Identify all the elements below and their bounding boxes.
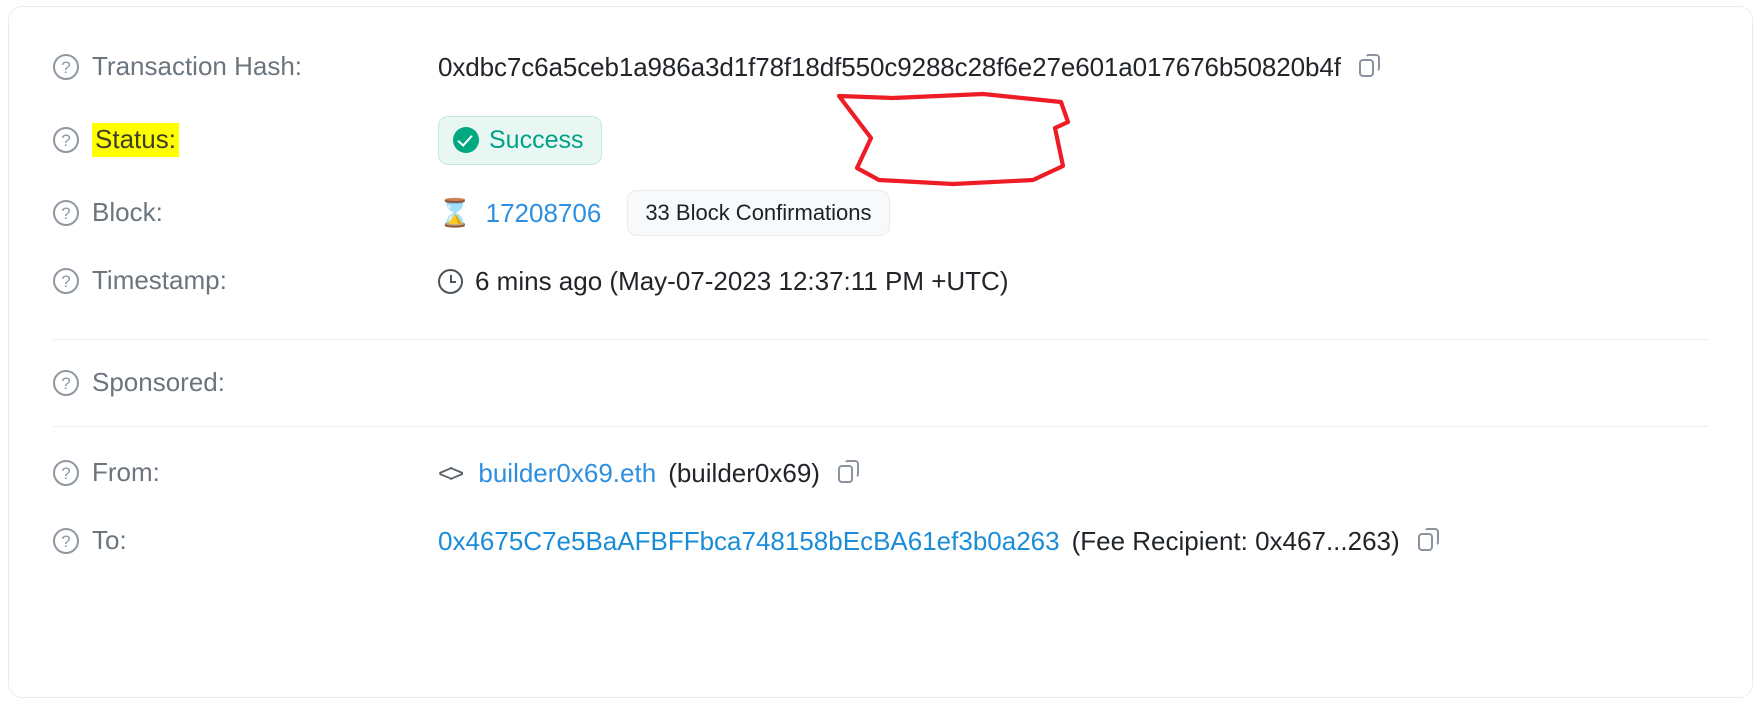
block-confirmations-pill: 33 Block Confirmations bbox=[627, 190, 890, 236]
help-icon-from[interactable]: ? bbox=[53, 460, 79, 486]
row-from: ? From: <> builder0x69.eth (builder0x69) bbox=[53, 439, 1708, 507]
from-address-alias: (builder0x69) bbox=[668, 457, 820, 488]
row-block: ? Block: ⌛ 17208706 33 Block Confirmatio… bbox=[53, 179, 1708, 247]
value-block: ⌛ 17208706 33 Block Confirmations bbox=[438, 190, 890, 236]
code-brackets-icon: <> bbox=[438, 458, 464, 488]
label-text-to: To: bbox=[92, 525, 127, 556]
value-transaction-hash: 0xdbc7c6a5ceb1a986a3d1f78f18df550c9288c2… bbox=[438, 52, 1383, 83]
transaction-hash-value: 0xdbc7c6a5ceb1a986a3d1f78f18df550c9288c2… bbox=[438, 51, 1341, 82]
label-sponsored: ? Sponsored: bbox=[53, 367, 438, 398]
help-icon-to[interactable]: ? bbox=[53, 528, 79, 554]
copy-icon-transaction-hash[interactable] bbox=[1358, 54, 1383, 80]
hourglass-icon: ⌛ bbox=[438, 197, 472, 228]
value-from: <> builder0x69.eth (builder0x69) bbox=[438, 458, 862, 489]
label-from: ? From: bbox=[53, 457, 438, 488]
divider-top bbox=[53, 339, 1708, 340]
label-transaction-hash: ? Transaction Hash: bbox=[53, 51, 438, 82]
to-address-alias: (Fee Recipient: 0x467...263) bbox=[1071, 525, 1400, 556]
block-number-link[interactable]: 17208706 bbox=[486, 198, 602, 229]
row-timestamp: ? Timestamp: 6 mins ago (May-07-2023 12:… bbox=[53, 247, 1708, 315]
check-circle-icon bbox=[453, 127, 479, 153]
help-icon-timestamp[interactable]: ? bbox=[53, 268, 79, 294]
label-text-timestamp: Timestamp: bbox=[92, 265, 227, 296]
clock-icon bbox=[438, 268, 463, 294]
help-icon-status[interactable]: ? bbox=[53, 127, 79, 153]
from-address-link[interactable]: builder0x69.eth bbox=[478, 458, 656, 489]
label-text-block: Block: bbox=[92, 197, 163, 228]
label-block: ? Block: bbox=[53, 197, 438, 228]
status-badge: Success bbox=[438, 115, 603, 165]
transaction-details-body: ? Transaction Hash: 0xdbc7c6a5ceb1a986a3… bbox=[9, 7, 1752, 575]
timestamp-value: 6 mins ago (May-07-2023 12:37:11 PM +UTC… bbox=[475, 265, 1009, 296]
row-transaction-hash: ? Transaction Hash: 0xdbc7c6a5ceb1a986a3… bbox=[53, 33, 1708, 101]
label-text-from: From: bbox=[92, 457, 160, 488]
row-status: ? Status: Success bbox=[53, 91, 1708, 186]
help-icon-sponsored[interactable]: ? bbox=[53, 370, 79, 396]
label-to: ? To: bbox=[53, 525, 438, 556]
copy-icon-to[interactable] bbox=[1417, 528, 1442, 554]
transaction-details-card: ? Transaction Hash: 0xdbc7c6a5ceb1a986a3… bbox=[8, 6, 1753, 698]
status-badge-label: Success bbox=[489, 125, 584, 154]
row-to: ? To: 0x4675C7e5BaAFBFFbca748158bEcBA61e… bbox=[53, 507, 1708, 575]
row-sponsored: ? Sponsored: bbox=[53, 344, 1708, 422]
value-timestamp: 6 mins ago (May-07-2023 12:37:11 PM +UTC… bbox=[438, 266, 1008, 297]
help-icon-block[interactable]: ? bbox=[53, 200, 79, 226]
value-to: 0x4675C7e5BaAFBFFbca748158bEcBA61ef3b0a2… bbox=[438, 526, 1442, 557]
to-address-link[interactable]: 0x4675C7e5BaAFBFFbca748158bEcBA61ef3b0a2… bbox=[438, 526, 1060, 557]
label-text-transaction-hash: Transaction Hash: bbox=[92, 51, 303, 82]
label-text-status: Status: bbox=[92, 123, 179, 157]
help-icon-transaction-hash[interactable]: ? bbox=[53, 54, 79, 80]
copy-icon-from[interactable] bbox=[837, 460, 862, 486]
label-text-sponsored: Sponsored: bbox=[92, 367, 225, 398]
divider-bottom bbox=[53, 426, 1708, 427]
label-status: ? Status: bbox=[53, 123, 438, 157]
label-timestamp: ? Timestamp: bbox=[53, 265, 438, 296]
value-status: Success bbox=[438, 91, 1071, 186]
